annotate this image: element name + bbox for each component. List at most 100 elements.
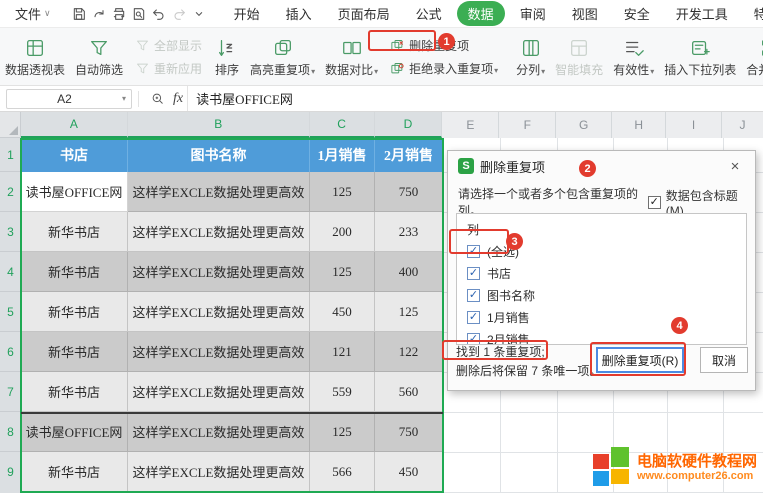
tab-home[interactable]: 开始 [223,1,271,26]
cell-b4[interactable]: 这样学EXCLE数据处理更高效 [128,252,310,292]
row-header-7[interactable]: 7 [0,372,21,412]
row-header-3[interactable]: 3 [0,212,21,252]
tab-page-layout[interactable]: 页面布局 [327,1,401,26]
row-header-4[interactable]: 4 [0,252,21,292]
cell-c7[interactable]: 559 [310,372,375,412]
cell-c5[interactable]: 450 [310,292,375,332]
smart-fill-button[interactable]: 智能填充 [550,28,608,85]
validity-button[interactable]: 有效性▾ [608,28,659,85]
fx-icon[interactable]: fx [173,91,183,107]
column-header-b[interactable]: B [128,112,310,138]
cell-a4[interactable]: 新华书店 [21,252,128,292]
cell-b6[interactable]: 这样学EXCLE数据处理更高效 [128,332,310,372]
cell-d8[interactable]: 750 [375,412,443,452]
export-icon[interactable] [91,4,107,24]
checkbox-column-jan-sales[interactable]: ✓ 1月销售 [467,306,736,328]
zoom-formula-icon[interactable] [147,89,167,109]
cell-c3[interactable]: 200 [310,212,375,252]
column-header-h[interactable]: H [612,112,666,138]
row-header-6[interactable]: 6 [0,332,21,372]
column-header-a[interactable]: A [21,112,128,138]
name-box-dropdown-icon[interactable]: ▾ [122,94,131,103]
cancel-button[interactable]: 取消 [700,347,748,373]
reapply-button[interactable]: 重新应用 [132,59,205,78]
select-all-corner[interactable] [0,112,21,137]
cell-a1[interactable]: 书店 [21,138,128,172]
data-compare-button[interactable]: 数据对比▾ [320,28,383,85]
row-header-9[interactable]: 9 [0,452,21,492]
quickbar-more-icon[interactable] [191,4,207,24]
cell-b5[interactable]: 这样学EXCLE数据处理更高效 [128,292,310,332]
tab-security[interactable]: 安全 [613,1,661,26]
column-header-e[interactable]: E [442,112,499,138]
save-icon[interactable] [71,4,87,24]
cell-b3[interactable]: 这样学EXCLE数据处理更高效 [128,212,310,252]
text-to-columns-button[interactable]: 分列▾ [511,28,550,85]
cell-d7[interactable]: 560 [375,372,443,412]
column-header-j[interactable]: J [722,112,763,138]
column-header-i[interactable]: I [666,112,722,138]
print-icon[interactable] [111,4,127,24]
tab-review[interactable]: 审阅 [509,1,557,26]
cell-a7[interactable]: 新华书店 [21,372,128,412]
cell-a9[interactable]: 新华书店 [21,452,128,492]
cell-d9[interactable]: 450 [375,452,443,492]
dialog-title-bar[interactable]: S 删除重复项 × [448,151,755,181]
redo-icon[interactable] [171,4,187,24]
tab-special-features[interactable]: 特色功能 [743,1,763,26]
checkbox-column-bookstore[interactable]: ✓ 书店 [467,262,736,284]
checkbox-column-feb-sales[interactable]: ✓ 2月销售 [467,328,736,345]
cell-a2-active[interactable]: 读书屋OFFICE网 [21,172,128,212]
cell-c8[interactable]: 125 [310,412,375,452]
checkbox-column-book-title[interactable]: ✓ 图书名称 [467,284,736,306]
sort-button[interactable]: 排序 [209,28,245,85]
confirm-remove-duplicates-button[interactable]: 删除重复项(R) [596,347,684,373]
column-header-f[interactable]: F [499,112,556,138]
cell-a3[interactable]: 新华书店 [21,212,128,252]
formula-input[interactable]: 读书屋OFFICE网 [187,86,763,111]
name-box[interactable]: A2 ▾ [6,89,132,109]
column-header-g[interactable]: G [556,112,612,138]
cell-c4[interactable]: 125 [310,252,375,292]
cell-d6[interactable]: 122 [375,332,443,372]
cell-a5[interactable]: 新华书店 [21,292,128,332]
show-all-button[interactable]: 全部显示 [132,36,205,55]
cell-c9[interactable]: 566 [310,452,375,492]
cell-b1[interactable]: 图书名称 [128,138,310,172]
tab-developer[interactable]: 开发工具 [665,1,739,26]
row-header-1[interactable]: 1 [0,138,21,172]
cell-c1[interactable]: 1月销售 [310,138,375,172]
row-header-2[interactable]: 2 [0,172,21,212]
cell-d4[interactable]: 400 [375,252,443,292]
autofilter-button[interactable]: 自动筛选 [70,28,128,85]
tab-insert[interactable]: 插入 [275,1,323,26]
column-header-c[interactable]: C [310,112,375,138]
pivot-table-button[interactable]: 数据透视表 [0,28,70,85]
consolidate-button[interactable]: 合并计算 [741,28,763,85]
row-header-5[interactable]: 5 [0,292,21,332]
row-header-8[interactable]: 8 [0,412,21,452]
cell-d3[interactable]: 233 [375,212,443,252]
cell-a8[interactable]: 读书屋OFFICE网 [21,412,128,452]
file-menu[interactable]: 文件 ∨ [15,4,51,23]
undo-icon[interactable] [151,4,167,24]
highlight-duplicates-button[interactable]: 高亮重复项▾ [245,28,320,85]
cell-d1[interactable]: 2月销售 [375,138,443,172]
print-preview-icon[interactable] [131,4,147,24]
cell-b2[interactable]: 这样学EXCLE数据处理更高效 [128,172,310,212]
close-icon[interactable]: × [725,158,745,175]
cell-c2[interactable]: 125 [310,172,375,212]
cell-d5[interactable]: 125 [375,292,443,332]
tab-data[interactable]: 数据 [457,1,505,26]
insert-dropdown-list-button[interactable]: 插入下拉列表 [659,28,741,85]
cell-c6[interactable]: 121 [310,332,375,372]
reject-duplicate-entry-button[interactable]: 拒绝录入重复项▾ [387,59,501,78]
tab-view[interactable]: 视图 [561,1,609,26]
tab-formulas[interactable]: 公式 [405,1,453,26]
cell-b7[interactable]: 这样学EXCLE数据处理更高效 [128,372,310,412]
cell-b8[interactable]: 这样学EXCLE数据处理更高效 [128,412,310,452]
cell-d2[interactable]: 750 [375,172,443,212]
cell-a6[interactable]: 新华书店 [21,332,128,372]
column-header-d[interactable]: D [375,112,443,138]
cell-b9[interactable]: 这样学EXCLE数据处理更高效 [128,452,310,492]
